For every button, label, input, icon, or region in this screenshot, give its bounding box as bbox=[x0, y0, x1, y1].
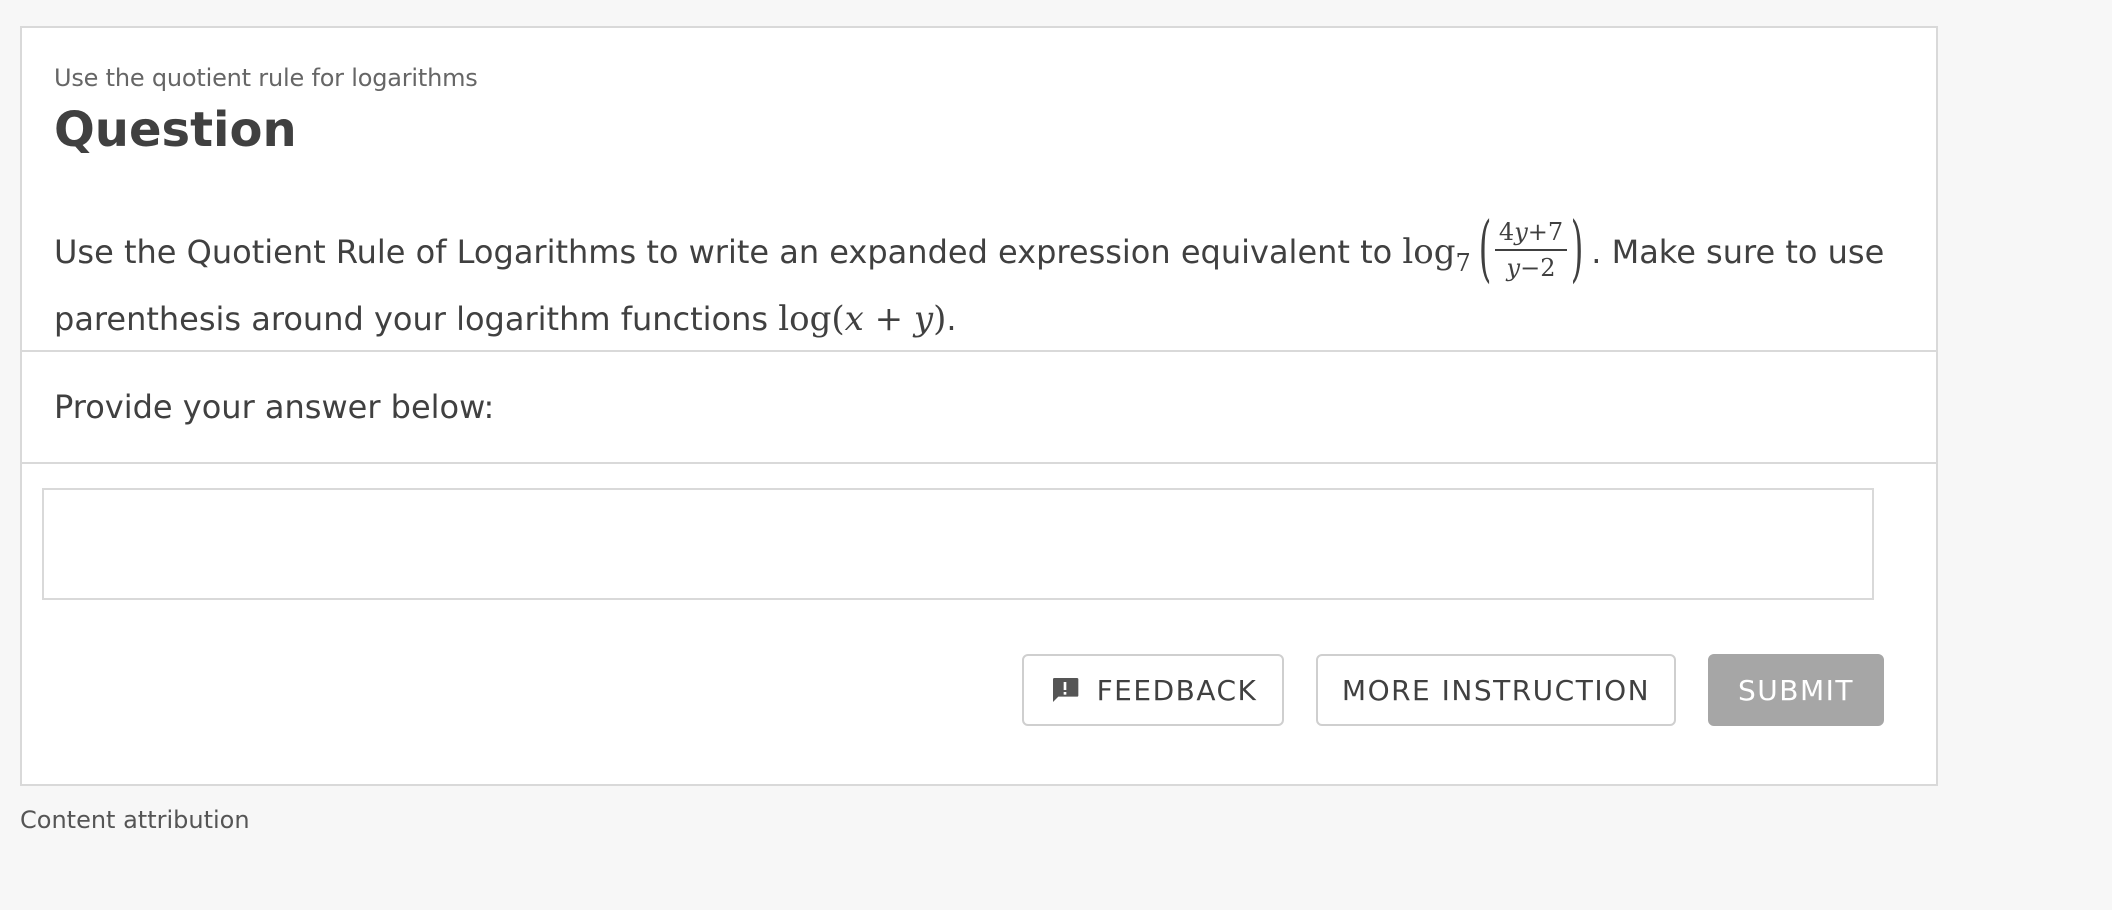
content-attribution-link[interactable]: Content attribution bbox=[20, 806, 250, 834]
answer-input[interactable] bbox=[42, 488, 1874, 600]
question-title: Question bbox=[54, 102, 297, 158]
prompt-text-1: Use the Quotient Rule of Logarithms to w… bbox=[54, 233, 1393, 271]
prompt-text-2: . Make sure to use bbox=[1591, 233, 1885, 271]
log-base: 7 bbox=[1455, 249, 1471, 277]
more-instruction-button[interactable]: MORE INSTRUCTION bbox=[1316, 654, 1676, 726]
prompt-text-3: parenthesis around your logarithm functi… bbox=[54, 300, 769, 338]
log-fraction: 4y+7 y−2 bbox=[1494, 217, 1568, 283]
question-subtitle: Use the quotient rule for logarithms bbox=[54, 64, 478, 92]
question-section: Use the quotient rule for logarithms Que… bbox=[22, 28, 1936, 352]
fraction-numerator: 4y+7 bbox=[1494, 217, 1568, 251]
answer-label-section: Provide your answer below: bbox=[22, 352, 1936, 464]
prompt-line-1: Use the Quotient Rule of Logarithms to w… bbox=[54, 206, 1885, 290]
feedback-button[interactable]: FEEDBACK bbox=[1022, 654, 1284, 726]
more-instruction-label: MORE INSTRUCTION bbox=[1341, 673, 1651, 707]
question-prompt: Use the Quotient Rule of Logarithms to w… bbox=[54, 206, 1885, 351]
feedback-bubble-icon bbox=[1052, 678, 1078, 702]
fraction-denominator: y−2 bbox=[1506, 254, 1556, 282]
feedback-label: FEEDBACK bbox=[1096, 673, 1258, 707]
prompt-line-2: parenthesis around your logarithm functi… bbox=[54, 287, 1854, 351]
submit-label: SUBMIT bbox=[1738, 673, 1854, 707]
submit-button[interactable]: SUBMIT bbox=[1708, 654, 1884, 726]
example-log-expression: log(x + y) bbox=[778, 299, 947, 339]
log-expression: log7 bbox=[1402, 232, 1471, 277]
answer-label: Provide your answer below: bbox=[54, 388, 495, 426]
prompt-period: . bbox=[946, 300, 957, 338]
